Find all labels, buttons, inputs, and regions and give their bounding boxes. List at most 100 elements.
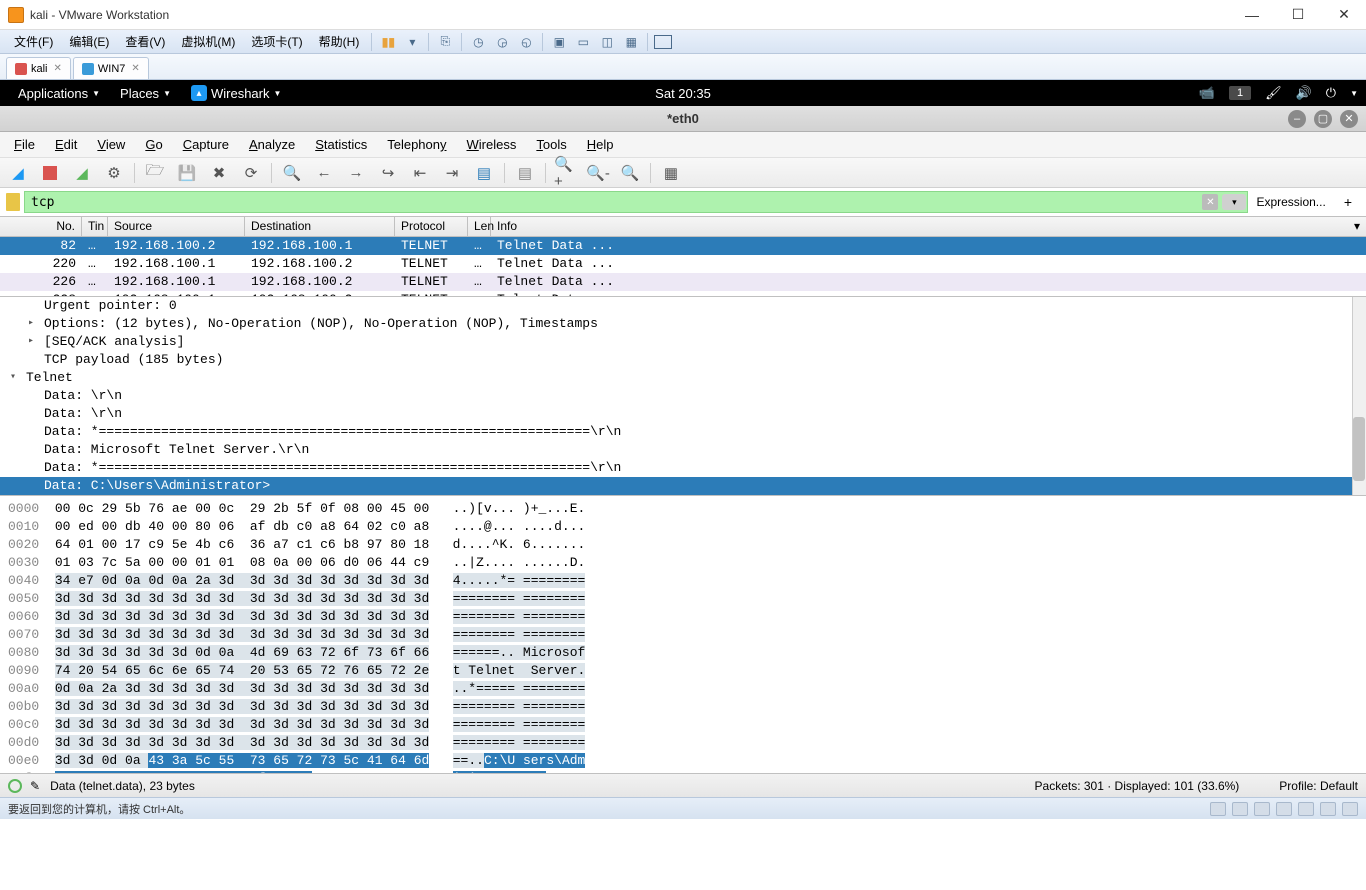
system-menu[interactable]: ▼ (1350, 89, 1358, 98)
open-icon[interactable]: 🗁 (143, 161, 167, 185)
first-icon[interactable]: ⇤ (408, 161, 432, 185)
close-button[interactable]: ✕ (1330, 5, 1358, 25)
reload-icon[interactable]: ⟳ (239, 161, 263, 185)
col-source[interactable]: Source (108, 217, 245, 236)
hex-line[interactable]: 00e0 3d 3d 0d 0a 43 3a 5c 55 73 65 72 73… (8, 752, 1358, 770)
packet-row[interactable]: 220…192.168.100.1192.168.100.2TELNET…Tel… (0, 255, 1366, 273)
workspace-badge[interactable]: 1 (1229, 86, 1251, 100)
expert-info-icon[interactable] (8, 779, 22, 793)
col-no[interactable]: No. (0, 217, 82, 236)
ws-menu-view[interactable]: View (89, 134, 133, 155)
clock[interactable]: Sat 20:35 (655, 86, 711, 101)
details-scrollbar[interactable] (1352, 297, 1366, 495)
hex-line[interactable]: 0050 3d 3d 3d 3d 3d 3d 3d 3d 3d 3d 3d 3d… (8, 590, 1358, 608)
device-net-icon[interactable] (1254, 802, 1270, 816)
ws-menu-statistics[interactable]: Statistics (307, 134, 375, 155)
resize-columns-icon[interactable]: ▦ (659, 161, 683, 185)
tab-win7[interactable]: WIN7 ✕ (73, 57, 149, 79)
col-protocol[interactable]: Protocol (395, 217, 468, 236)
detail-line[interactable]: Data: *=================================… (0, 459, 1366, 477)
last-icon[interactable]: ⇥ (440, 161, 464, 185)
menu-file[interactable]: 文件(F) (6, 31, 61, 52)
hex-line[interactable]: 0010 00 ed 00 db 40 00 80 06 af db c0 a8… (8, 518, 1358, 536)
clear-filter-icon[interactable]: ✕ (1202, 194, 1218, 210)
restart-capture-icon[interactable]: ◢ (70, 161, 94, 185)
ws-menu-telephony[interactable]: Telephony (379, 134, 454, 155)
ws-menu-analyze[interactable]: Analyze (241, 134, 303, 155)
detail-line[interactable]: ▸Options: (12 bytes), No-Operation (NOP)… (0, 315, 1366, 333)
col-info[interactable]: Info▾ (491, 217, 1366, 236)
menu-view[interactable]: 查看(V) (117, 31, 173, 52)
forward-icon[interactable]: → (344, 161, 368, 185)
goto-icon[interactable]: ↪ (376, 161, 400, 185)
ws-menu-wireless[interactable]: Wireless (459, 134, 525, 155)
hex-line[interactable]: 0000 00 0c 29 5b 76 ae 00 0c 29 2b 5f 0f… (8, 500, 1358, 518)
detail-line[interactable]: Urgent pointer: 0 (0, 297, 1366, 315)
ws-menu-file[interactable]: File (6, 134, 43, 155)
col-time[interactable]: Tin (82, 217, 108, 236)
hex-line[interactable]: 0040 34 e7 0d 0a 0d 0a 2a 3d 3d 3d 3d 3d… (8, 572, 1358, 590)
start-capture-icon[interactable]: ◢ (6, 161, 30, 185)
menu-help[interactable]: 帮助(H) (311, 31, 368, 52)
find-icon[interactable]: 🔍 (280, 161, 304, 185)
detail-line[interactable]: ▾Telnet (0, 369, 1366, 387)
detail-line[interactable]: Data: \r\n (0, 387, 1366, 405)
snapshot-manager-icon[interactable]: ◵ (516, 32, 536, 52)
device-cd-icon[interactable] (1232, 802, 1248, 816)
bookmark-icon[interactable] (6, 193, 20, 211)
ws-menu-edit[interactable]: Edit (47, 134, 85, 155)
packet-list-pane[interactable]: No. Tin Source Destination Protocol Len … (0, 216, 1366, 296)
ws-maximize-button[interactable]: ▢ (1314, 110, 1332, 128)
ws-close-button[interactable]: ✕ (1340, 110, 1358, 128)
ws-menu-tools[interactable]: Tools (528, 134, 574, 155)
packet-row[interactable]: 82…192.168.100.2192.168.100.1TELNET…Teln… (0, 237, 1366, 255)
hex-line[interactable]: 00b0 3d 3d 3d 3d 3d 3d 3d 3d 3d 3d 3d 3d… (8, 698, 1358, 716)
minimize-button[interactable]: — (1238, 5, 1266, 25)
close-file-icon[interactable]: ✖ (207, 161, 231, 185)
close-icon[interactable]: ✕ (54, 63, 62, 74)
view4-icon[interactable]: ▦ (621, 32, 641, 52)
packet-details-pane[interactable]: Urgent pointer: 0▸Options: (12 bytes), N… (0, 296, 1366, 495)
menu-vm[interactable]: 虚拟机(M) (173, 31, 243, 52)
snapshot-revert-icon[interactable]: ◶ (492, 32, 512, 52)
dropdown-icon[interactable]: ▾ (402, 32, 422, 52)
zoom-reset-icon[interactable]: 🔍 (618, 161, 642, 185)
zoom-out-icon[interactable]: 🔍- (586, 161, 610, 185)
packet-bytes-pane[interactable]: 0000 00 0c 29 5b 76 ae 00 0c 29 2b 5f 0f… (0, 495, 1366, 773)
send-icon[interactable]: ⎘ (435, 32, 455, 52)
autoscroll-icon[interactable]: ▤ (472, 161, 496, 185)
hex-line[interactable]: 0080 3d 3d 3d 3d 3d 3d 0d 0a 4d 69 63 72… (8, 644, 1358, 662)
display-filter-input[interactable] (24, 191, 1248, 213)
menu-tabs[interactable]: 选项卡(T) (243, 31, 310, 52)
hex-line[interactable]: 00d0 3d 3d 3d 3d 3d 3d 3d 3d 3d 3d 3d 3d… (8, 734, 1358, 752)
device-display-icon[interactable] (1342, 802, 1358, 816)
device-printer-icon[interactable] (1320, 802, 1336, 816)
status-profile[interactable]: Profile: Default (1279, 779, 1358, 793)
volume-icon[interactable]: 🔊 (1296, 85, 1312, 101)
camera-icon[interactable]: 📹 (1199, 85, 1215, 101)
view2-icon[interactable]: ▭ (573, 32, 593, 52)
detail-line[interactable]: ▸[SEQ/ACK analysis] (0, 333, 1366, 351)
wireshark-taskbar[interactable]: ▴Wireshark▼ (181, 85, 291, 101)
tab-kali[interactable]: kali ✕ (6, 57, 71, 79)
apply-filter-icon[interactable]: ▾ (1222, 194, 1246, 210)
ws-menu-capture[interactable]: Capture (175, 134, 237, 155)
device-usb-icon[interactable] (1276, 802, 1292, 816)
col-length[interactable]: Len (468, 217, 491, 236)
detail-line[interactable]: Data: C:\Users\Administrator> (0, 477, 1366, 495)
hex-line[interactable]: 0090 74 20 54 65 6c 6e 65 74 20 53 65 72… (8, 662, 1358, 680)
hex-line[interactable]: 00a0 0d 0a 2a 3d 3d 3d 3d 3d 3d 3d 3d 3d… (8, 680, 1358, 698)
hex-line[interactable]: 00c0 3d 3d 3d 3d 3d 3d 3d 3d 3d 3d 3d 3d… (8, 716, 1358, 734)
detail-line[interactable]: Data: Microsoft Telnet Server.\r\n (0, 441, 1366, 459)
edit-icon[interactable]: ✎ (30, 779, 40, 793)
ws-minimize-button[interactable]: – (1288, 110, 1306, 128)
ws-menu-go[interactable]: Go (137, 134, 170, 155)
add-filter-button[interactable]: + (1336, 194, 1360, 210)
scroll-thumb[interactable] (1353, 417, 1365, 481)
view3-icon[interactable]: ◫ (597, 32, 617, 52)
colorize-icon[interactable]: ▤ (513, 161, 537, 185)
close-icon[interactable]: ✕ (131, 63, 139, 74)
hex-line[interactable]: 0070 3d 3d 3d 3d 3d 3d 3d 3d 3d 3d 3d 3d… (8, 626, 1358, 644)
back-icon[interactable]: ← (312, 161, 336, 185)
power-icon[interactable]: ⏻ (1326, 85, 1336, 101)
